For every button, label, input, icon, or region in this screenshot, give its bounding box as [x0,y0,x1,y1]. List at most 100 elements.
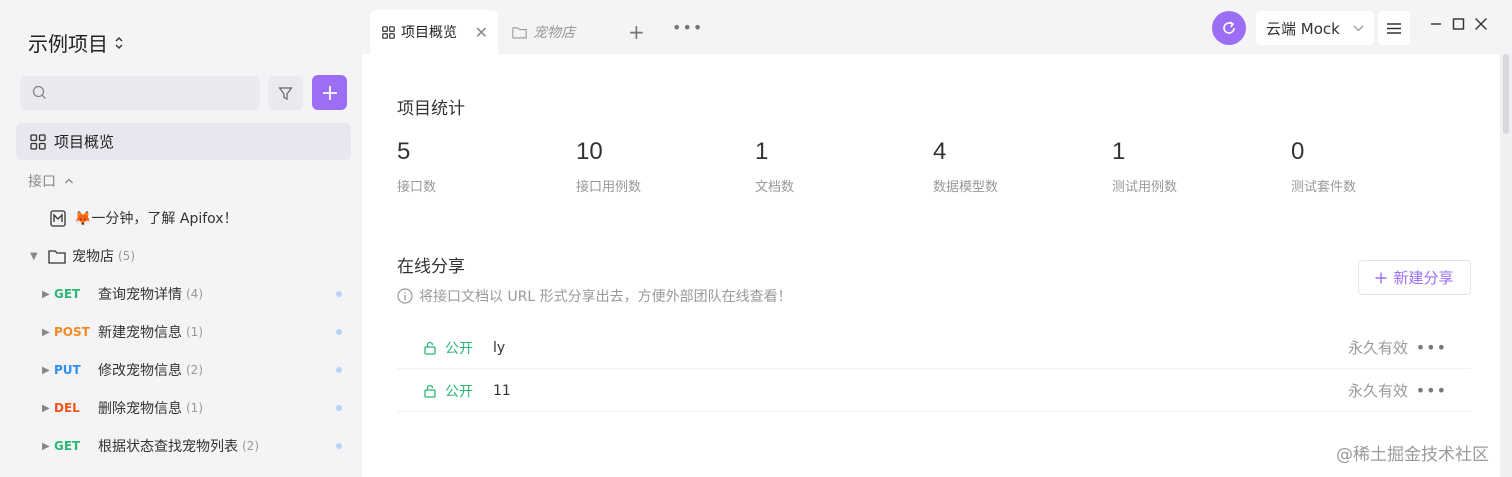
more-dots-icon[interactable]: ••• [1416,381,1447,400]
method-badge: PUT [54,363,81,377]
caret-right-icon: ▶ [42,402,50,414]
menu-button[interactable] [1378,11,1410,45]
close-icon[interactable]: ✕ [475,23,488,42]
refresh-icon [1223,21,1235,34]
new-tab-plus-icon[interactable]: + [628,20,645,44]
intro-doc-label: 🦊一分钟，了解 Apifox！ [74,211,238,227]
search-icon [32,85,47,104]
endpoint-name: 修改宠物信息 [98,363,182,379]
share-hint-text: 将接口文档以 URL 形式分享出去，方便外部团队在线查看！ [419,289,792,305]
tab-label: 宠物店 [533,25,575,41]
share-validity: 永久有效 [1347,382,1408,400]
window-close-icon[interactable] [1474,16,1488,35]
share-hint: 将接口文档以 URL 形式分享出去，方便外部团队在线查看！ [397,286,792,306]
caret-right-icon: ▶ [42,288,50,300]
tree-folder-petstore[interactable]: ▼ 宠物店 (5) [0,237,362,275]
grid-icon [382,25,395,39]
tab-bar: 项目概览 ✕ 宠物店 + ••• 云端 Mock [362,0,1512,54]
method-badge: POST [54,325,90,339]
project-switcher[interactable]: 示例项目 [28,28,124,57]
sync-button[interactable] [1212,11,1246,45]
sidebar-item-label: 项目概览 [54,133,115,151]
stat-value: 5 [397,138,411,165]
project-title: 示例项目 [28,32,108,56]
new-share-button[interactable]: 新建分享 [1358,260,1471,295]
endpoint-item[interactable]: ▶ GET 查询宠物详情 (4) [0,275,362,313]
filter-button[interactable] [268,76,303,110]
tab-petstore[interactable]: 宠物店 [512,10,575,54]
share-validity: 永久有效 [1347,339,1408,357]
search-box[interactable] [20,76,260,110]
stat-label: 测试套件数 [1291,180,1357,195]
tab-label: 项目概览 [401,25,457,41]
folder-name: 宠物店 [72,249,114,265]
folder-icon [512,26,527,38]
endpoint-name: 新建宠物信息 [98,325,182,341]
status-dot [336,405,342,411]
stat-label: 数据模型数 [933,180,999,195]
watermark: @稀土掘金技术社区 [1336,445,1489,465]
new-share-label: 新建分享 [1393,269,1454,287]
method-badge: GET [54,439,81,453]
more-dots-icon[interactable]: ••• [672,18,703,37]
endpoint-item[interactable]: ▶ POST 新建宠物信息 (1) [0,313,362,351]
share-name: 11 [493,382,511,399]
visibility-label: 公开 [445,383,473,400]
share-row[interactable]: 公开 ly 永久有效 ••• [397,327,1471,369]
method-badge: GET [54,287,81,301]
chevron-down-icon [1353,21,1364,35]
folder-icon [48,249,66,264]
sidebar-item-overview[interactable]: 项目概览 [16,123,351,160]
share-name: ly [493,339,506,356]
caret-right-icon: ▶ [42,326,50,338]
chevron-updown-icon [114,36,124,50]
minimize-icon[interactable] [1430,16,1442,35]
stat-value: 0 [1291,138,1305,165]
status-dot [336,329,342,335]
unlock-icon [424,341,436,355]
chevron-up-icon [65,178,73,184]
tab-overview[interactable]: 项目概览 ✕ [370,10,498,54]
stat-label: 测试用例数 [1112,180,1178,195]
scrollbar[interactable] [1500,54,1512,477]
endpoint-item[interactable]: ▶ GET 根据状态查找宠物列表 (2) [0,427,362,465]
search-input[interactable] [56,76,252,110]
add-button[interactable] [312,75,347,110]
stat-item: 5 接口数 [397,138,567,195]
caret-down-icon: ▼ [30,250,38,262]
stat-item: 1 测试用例数 [1112,138,1282,195]
section-label: 接口 [28,174,56,190]
tree-item-intro-doc[interactable]: 🦊一分钟，了解 Apifox！ [0,199,362,237]
share-title: 在线分享 [397,257,465,277]
endpoint-count: (1) [186,325,203,339]
stats-title: 项目统计 [397,99,465,119]
unlock-icon [424,384,436,398]
section-header-interfaces[interactable]: 接口 [28,171,74,191]
endpoint-item[interactable]: ▶ PUT 修改宠物信息 (2) [0,351,362,389]
status-dot [336,443,342,449]
visibility-public: 公开 [423,338,493,358]
sidebar: 示例项目 项目概览 接口 🦊一分钟，了解 Apifox！ ▼ 宠物店 (5) ▶… [0,0,362,477]
status-dot [336,291,342,297]
maximize-icon[interactable] [1452,16,1465,35]
endpoint-item[interactable]: ▶ DEL 删除宠物信息 (1) [0,389,362,427]
more-dots-icon[interactable]: ••• [1416,338,1447,357]
stat-value: 1 [755,138,769,165]
info-icon [397,288,413,304]
scrollbar-thumb[interactable] [1503,54,1509,134]
endpoint-count: (1) [186,401,203,415]
stat-item: 10 接口用例数 [576,138,746,195]
stat-value: 10 [576,138,603,165]
stat-value: 1 [1112,138,1126,165]
stat-label: 接口数 [397,180,437,195]
environment-select[interactable]: 云端 Mock [1256,11,1374,45]
main-panel [362,54,1500,477]
share-row[interactable]: 公开 11 永久有效 ••• [397,370,1471,412]
hamburger-icon [1387,22,1401,34]
plus-icon [1375,272,1387,283]
stat-item: 1 文档数 [755,138,925,195]
stat-item: 0 测试套件数 [1291,138,1461,195]
folder-count: (5) [118,249,135,263]
visibility-label: 公开 [445,340,473,357]
stat-label: 接口用例数 [576,180,642,195]
